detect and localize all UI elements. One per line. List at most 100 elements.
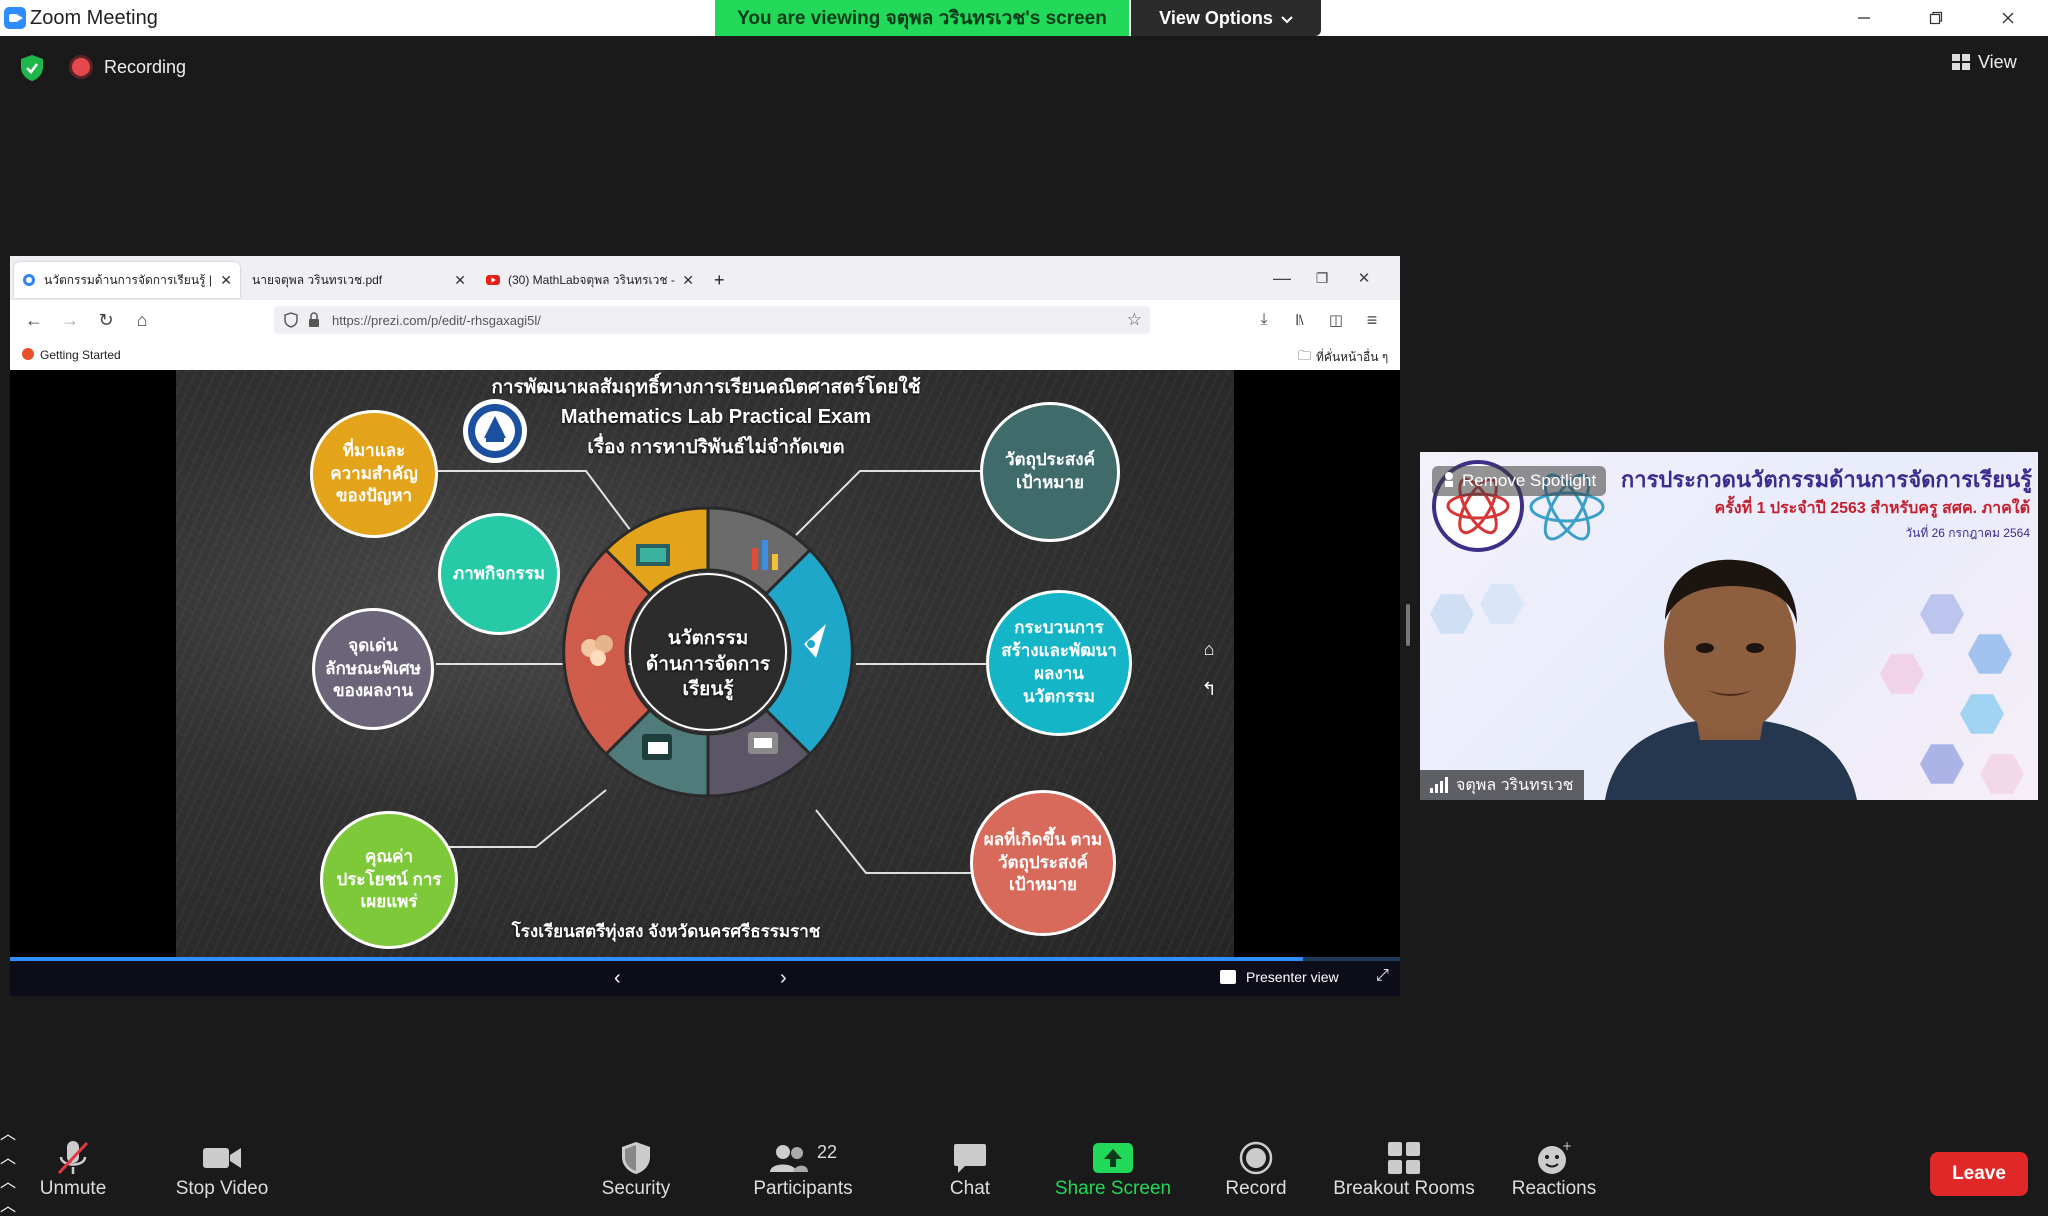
- window-title: Zoom Meeting: [30, 7, 158, 29]
- unmute-button[interactable]: Unmute: [30, 1138, 116, 1208]
- stop-video-button[interactable]: Stop Video: [168, 1138, 276, 1208]
- close-icon[interactable]: [1978, 0, 2038, 36]
- reactions-button[interactable]: + Reactions: [1506, 1138, 1602, 1208]
- bubble-background[interactable]: ที่มาและ ความสำคัญ ของปัญหา: [310, 410, 438, 538]
- firefox-icon: [22, 348, 34, 360]
- close-tab-icon[interactable]: ✕: [454, 272, 466, 289]
- share-options-caret-icon[interactable]: ︿: [0, 1192, 2048, 1216]
- browser-restore-icon[interactable]: ❐: [1310, 266, 1334, 290]
- forward-icon[interactable]: →: [58, 308, 82, 332]
- participants-icon-group: 22: [769, 1138, 837, 1178]
- participant-name: จตุพล วรินทรเวช: [1456, 776, 1574, 794]
- share-screen-button[interactable]: Share Screen: [1050, 1138, 1176, 1208]
- slide-title-line2: Mathematics Lab Practical Exam: [560, 406, 872, 428]
- sidebar-icon[interactable]: ◫: [1324, 308, 1348, 332]
- presenter-view-icon[interactable]: [1220, 970, 1236, 984]
- back-icon[interactable]: ←: [22, 308, 46, 332]
- bookmark-star-icon[interactable]: ☆: [1127, 310, 1142, 330]
- breakout-rooms-label: Breakout Rooms: [1333, 1178, 1475, 1199]
- bubble-activities[interactable]: ภาพกิจกรรม: [438, 513, 560, 635]
- record-icon: [1239, 1138, 1273, 1178]
- encryption-shield-icon[interactable]: [20, 54, 44, 82]
- muted-microphone-icon: [56, 1138, 90, 1178]
- participants-button[interactable]: 22 Participants: [744, 1138, 862, 1208]
- recording-dot-icon: [72, 58, 90, 76]
- chevron-down-icon: [1281, 8, 1293, 29]
- participants-count: 22: [816, 1141, 838, 1162]
- previous-slide-icon[interactable]: ‹: [614, 967, 621, 990]
- view-options-label: View Options: [1159, 7, 1273, 28]
- speaker-video-tile[interactable]: การประกวดนวัตกรรมด้านการจัดการเรียนรู้ ค…: [1420, 452, 2038, 800]
- audio-options-caret-icon[interactable]: ︿: [0, 1120, 2048, 1144]
- background-title: การประกวดนวัตกรรมด้านการจัดการเรียนรู้: [1620, 467, 2032, 492]
- close-tab-icon[interactable]: ✕: [220, 272, 232, 289]
- participants-icon: [769, 1145, 808, 1172]
- remove-spotlight-label: Remove Spotlight: [1462, 471, 1597, 490]
- tab-prezi[interactable]: นวัตกรรมด้านการจัดการเรียนรู้ | Pr ✕: [14, 262, 240, 298]
- browser-close-icon[interactable]: ✕: [1352, 266, 1376, 290]
- presenter-view-label[interactable]: Presenter view: [1246, 969, 1339, 985]
- prezi-favicon-icon: [23, 274, 35, 286]
- reactions-label: Reactions: [1511, 1178, 1597, 1199]
- breakout-rooms-button[interactable]: Breakout Rooms: [1328, 1138, 1480, 1208]
- slide-footer: โรงเรียนสตรีทุ่งสง จังหวัดนครศรีธรรมราช: [511, 922, 821, 941]
- leave-button[interactable]: Leave: [1930, 1152, 2028, 1196]
- chat-label: Chat: [949, 1178, 991, 1199]
- participants-options-caret-icon[interactable]: ︿: [0, 1168, 2048, 1192]
- bookmark-other[interactable]: ที่คั่นหน้าอื่น ๆ: [1316, 348, 1388, 367]
- close-tab-icon[interactable]: ✕: [682, 272, 694, 289]
- recording-label[interactable]: Recording: [104, 57, 186, 78]
- bubble-highlights[interactable]: จุดเด่น ลักษณะพิเศษ ของผลงาน: [312, 608, 434, 730]
- spotlight-icon: [1442, 471, 1456, 492]
- address-bar[interactable]: https://prezi.com/p/edit/-rhsgaxagi5l/ ☆: [274, 306, 1150, 334]
- layout-splitter-handle[interactable]: [1406, 604, 1410, 646]
- youtube-favicon-icon: [486, 275, 500, 285]
- unmute-label: Unmute: [39, 1178, 107, 1199]
- remove-spotlight-button[interactable]: Remove Spotlight: [1432, 466, 1607, 496]
- url-text: https://prezi.com/p/edit/-rhsgaxagi5l/: [332, 312, 541, 328]
- participant-name-tag: จตุพล วรินทรเวช: [1420, 770, 1584, 800]
- tab-youtube[interactable]: (30) MathLabจตุพล วรินทรเวช - ✕: [478, 262, 702, 298]
- view-layout-button[interactable]: View: [1952, 48, 2017, 76]
- security-button[interactable]: Security: [586, 1138, 686, 1208]
- restore-icon[interactable]: [1906, 0, 1966, 36]
- slide-title-line3: เรื่อง การหาปริพันธ์ไม่จำกัดเขต: [587, 437, 845, 458]
- record-button[interactable]: Record: [1216, 1138, 1296, 1208]
- svg-text:+: +: [1562, 1140, 1572, 1153]
- bubble-results[interactable]: ผลที่เกิดขึ้น ตามวัตถุประสงค์ เป้าหมาย: [970, 790, 1116, 936]
- view-options-button[interactable]: View Options: [1131, 0, 1321, 36]
- record-label: Record: [1225, 1178, 1287, 1199]
- tab-pdf[interactable]: นายจตุพล วรินทรเวช.pdf ✕: [244, 262, 474, 298]
- center-line1: นวัตกรรม: [667, 628, 749, 649]
- prezi-back-up-icon[interactable]: ↰: [1196, 676, 1222, 702]
- fullscreen-icon[interactable]: ⤢: [1376, 967, 1389, 985]
- prezi-home-icon[interactable]: ⌂: [1196, 636, 1222, 662]
- minimize-icon[interactable]: [1834, 0, 1894, 36]
- bookmarks-bar: Getting Started 🗀 ที่คั่นหน้าอื่น ๆ: [10, 340, 1400, 371]
- prezi-controls: ‹ › Presenter view ⤢: [10, 961, 1400, 996]
- background-subtitle: ครั้งที่ 1 ประจำปี 2563 สำหรับครู สศค. ภ…: [1714, 500, 2030, 517]
- bookmark-getting-started[interactable]: Getting Started: [40, 348, 121, 362]
- participants-label: Participants: [753, 1178, 853, 1199]
- video-options-caret-icon[interactable]: ︿: [0, 1144, 2048, 1168]
- grid-view-icon: [1952, 54, 1970, 70]
- zoom-app-icon: [4, 7, 26, 29]
- next-slide-icon[interactable]: ›: [780, 967, 787, 990]
- view-label: View: [1978, 51, 2017, 72]
- home-icon[interactable]: ⌂: [130, 308, 154, 332]
- new-tab-button[interactable]: +: [706, 262, 736, 298]
- center-line3: เรียนรู้: [682, 679, 734, 701]
- chat-button[interactable]: Chat: [930, 1138, 1010, 1208]
- library-icon[interactable]: 𝄃\: [1288, 308, 1312, 332]
- prezi-slide[interactable]: การพัฒนาผลสัมฤทธิ์ทางการเรียนคณิตศาสตร์โ…: [176, 370, 1234, 957]
- reload-icon[interactable]: ↻: [94, 308, 118, 332]
- tab-label: (30) MathLabจตุพล วรินทรเวช -: [508, 272, 675, 287]
- bubble-process[interactable]: กระบวนการ สร้างและพัฒนา ผลงาน นวัตกรรม: [986, 590, 1132, 736]
- breakout-rooms-icon: [1387, 1138, 1421, 1178]
- download-icon[interactable]: ⤓: [1252, 308, 1276, 332]
- bubble-objectives[interactable]: วัตถุประสงค์ เป้าหมาย: [980, 402, 1120, 542]
- browser-minimize-icon[interactable]: —: [1270, 266, 1294, 290]
- meeting-controls-toolbar: Unmute ︿ Stop Video ︿ Security 22 Partic…: [0, 1120, 2048, 1216]
- menu-icon[interactable]: ≡: [1360, 308, 1384, 332]
- browser-tab-strip: นวัตกรรมด้านการจัดการเรียนรู้ | Pr ✕ นาย…: [10, 256, 1400, 300]
